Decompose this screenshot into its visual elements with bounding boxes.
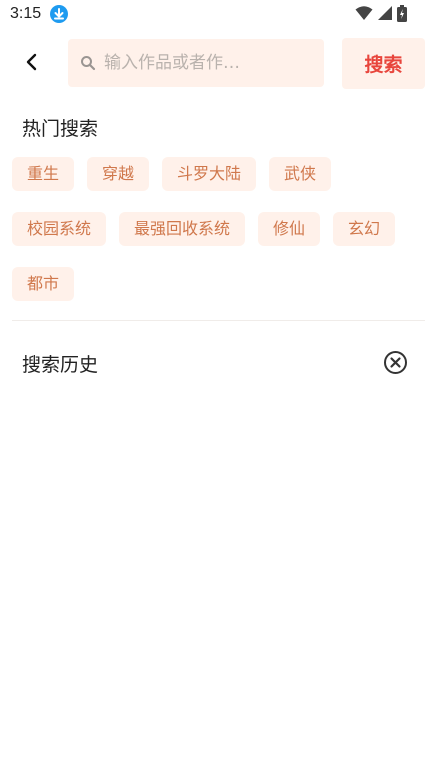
- clear-history-button[interactable]: [383, 350, 408, 375]
- search-button[interactable]: 搜索: [342, 38, 425, 89]
- tag-row: 重生 穿越 斗罗大陆 武侠: [12, 157, 344, 191]
- divider: [12, 320, 425, 321]
- hot-tag[interactable]: 最强回收系统: [119, 212, 246, 246]
- back-button[interactable]: [14, 46, 50, 82]
- hot-tag[interactable]: 穿越: [87, 157, 150, 191]
- tag-row: 都市: [12, 267, 87, 301]
- hot-tag[interactable]: 重生: [12, 157, 75, 191]
- hot-tag[interactable]: 都市: [12, 267, 75, 301]
- tag-row: 校园系统 最强回收系统 修仙 玄幻: [12, 212, 408, 246]
- clear-circle-icon: [383, 351, 408, 379]
- search-icon: [80, 55, 96, 71]
- hot-search-title: 热门搜索: [22, 118, 99, 140]
- search-input[interactable]: [102, 47, 312, 79]
- battery-charging-icon: [397, 4, 407, 26]
- search-bar: 搜索: [0, 38, 437, 90]
- status-icons: [355, 4, 407, 26]
- hot-tag[interactable]: 玄幻: [333, 212, 396, 246]
- search-history-title: 搜索历史: [22, 354, 99, 376]
- signal-icon: [377, 5, 393, 25]
- status-time: 3:15: [10, 5, 42, 22]
- status-bar: 3:15: [0, 0, 437, 30]
- chevron-left-icon: [25, 53, 39, 75]
- wifi-icon: [355, 5, 373, 25]
- hot-tag[interactable]: 斗罗大陆: [162, 157, 257, 191]
- hot-tag[interactable]: 修仙: [258, 212, 321, 246]
- search-box[interactable]: [68, 39, 324, 87]
- download-icon: [50, 5, 68, 23]
- hot-tag[interactable]: 校园系统: [12, 212, 107, 246]
- hot-tag[interactable]: 武侠: [269, 157, 332, 191]
